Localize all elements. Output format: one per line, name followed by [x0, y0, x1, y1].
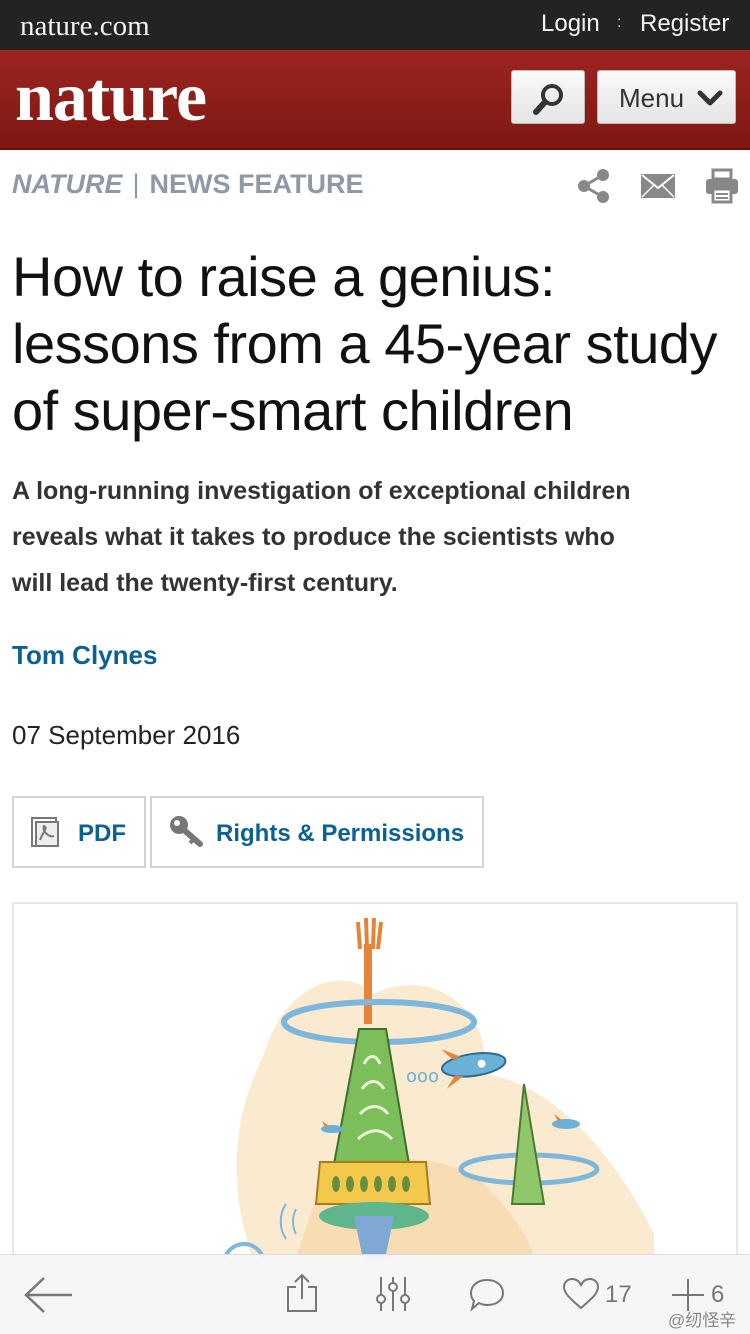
top-bar: nature.com Login : Register	[0, 0, 750, 50]
pdf-document-icon	[31, 817, 59, 847]
title-line: of super-smart children	[12, 379, 574, 442]
bottom-toolbar: 17 6	[0, 1254, 750, 1334]
article-type[interactable]: NEWS FEATURE	[150, 169, 364, 199]
rights-label: Rights & Permissions	[216, 820, 465, 847]
standfirst-line: reveals what it takes to produce the sci…	[12, 523, 615, 551]
menu-button[interactable]: Menu	[597, 70, 736, 124]
futuristic-city-illustration: ooo	[222, 917, 654, 1260]
article-standfirst: A long-running investigation of exceptio…	[12, 468, 732, 606]
email-icon[interactable]	[640, 172, 676, 200]
search-button[interactable]	[511, 70, 585, 124]
share-icon[interactable]	[576, 168, 612, 204]
key-icon	[170, 816, 203, 847]
share-upload-icon[interactable]	[286, 1273, 318, 1313]
title-line: lessons from a 45-year study	[12, 312, 717, 375]
print-icon[interactable]	[704, 168, 740, 204]
chevron-down-icon	[697, 90, 723, 106]
login-register-separator: :	[617, 14, 622, 31]
settings-sliders-icon[interactable]	[374, 1275, 412, 1313]
article-illustration[interactable]: ooo	[12, 902, 738, 1262]
back-arrow-icon[interactable]	[22, 1275, 74, 1315]
nature-logo[interactable]: nature	[15, 58, 207, 138]
brand-header: nature Menu	[0, 50, 750, 150]
journal-name[interactable]: NATURE	[12, 169, 123, 199]
magnifier-icon	[533, 84, 563, 115]
article-section: NATURE | NEWS FEATURE	[12, 169, 364, 200]
pdf-label: PDF	[78, 820, 126, 847]
menu-label: Menu	[619, 83, 685, 113]
login-link[interactable]: Login	[541, 10, 600, 38]
author-link[interactable]: Tom Clynes	[12, 640, 157, 671]
svg-text:ooo: ooo	[406, 1066, 439, 1087]
standfirst-line: will lead the twenty-first century.	[12, 569, 398, 597]
article-title: How to raise a genius: lessons from a 45…	[12, 243, 742, 444]
heart-icon[interactable]	[562, 1277, 600, 1311]
title-line: How to raise a genius:	[12, 245, 556, 308]
publish-date: 07 September 2016	[12, 720, 241, 750]
pdf-button[interactable]: PDF	[12, 796, 146, 868]
comment-icon[interactable]	[468, 1277, 506, 1313]
section-separator: |	[132, 169, 140, 199]
add-count: 6	[711, 1281, 725, 1308]
watermark: @纫怪辛	[668, 1311, 737, 1330]
like-count: 17	[605, 1281, 632, 1308]
rights-permissions-button[interactable]: Rights & Permissions	[150, 796, 484, 868]
site-name-link[interactable]: nature.com	[20, 10, 150, 43]
register-link[interactable]: Register	[640, 10, 729, 38]
standfirst-line: A long-running investigation of exceptio…	[12, 477, 631, 505]
